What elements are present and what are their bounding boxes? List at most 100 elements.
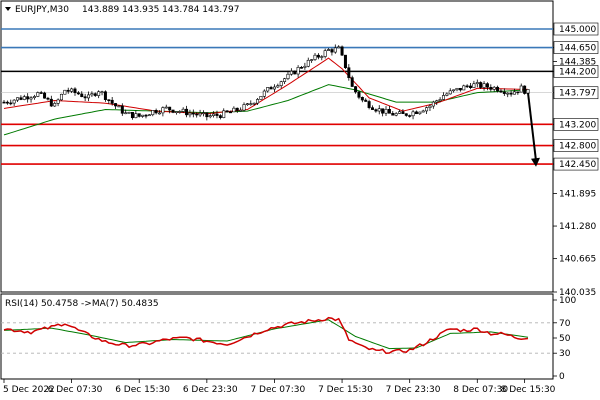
candle-body — [188, 112, 192, 116]
candle-body — [425, 107, 429, 112]
candle-body — [333, 47, 337, 53]
candle-body — [93, 93, 97, 96]
candle-body — [313, 54, 317, 60]
candle-body — [235, 107, 239, 111]
candle-body — [9, 102, 13, 105]
candle-body — [252, 102, 256, 105]
candle-body — [97, 91, 101, 96]
candle-body — [485, 83, 489, 88]
candle-body — [205, 112, 209, 118]
candle-body — [489, 86, 493, 90]
candle-body — [445, 93, 449, 96]
candle-body — [208, 115, 212, 118]
candle-body — [110, 99, 114, 104]
rsi-y-tick-label: 70 — [559, 319, 571, 329]
candle-body — [401, 111, 405, 114]
candle-body — [472, 83, 476, 88]
candle-body — [259, 95, 263, 100]
candle-body — [222, 110, 226, 118]
candle-body — [364, 99, 368, 102]
candle-body — [279, 81, 283, 86]
candle-body — [181, 108, 185, 112]
candle-body — [124, 112, 128, 115]
candle-body — [276, 85, 280, 88]
candle-body — [151, 110, 155, 116]
candle-body — [249, 103, 253, 105]
candle-body — [161, 107, 165, 114]
candle-body — [337, 46, 341, 49]
candle-body — [22, 96, 26, 100]
candle-body — [293, 70, 297, 75]
candle-body — [492, 86, 496, 90]
candle-body — [455, 87, 459, 91]
y-tick-label: 143.200 — [559, 120, 596, 130]
candle-body — [158, 112, 162, 115]
candle-body — [198, 112, 202, 116]
candle-body — [134, 113, 138, 119]
chart-canvas: 145.000144.650144.385144.200143.797143.2… — [0, 0, 600, 400]
candle-body — [56, 99, 60, 104]
rsi-header: RSI(14) 50.4758 ->MA(7) 50.4835 — [5, 299, 159, 309]
candle-body — [266, 87, 270, 92]
y-tick-label: 145.000 — [559, 25, 596, 35]
candle-body — [519, 85, 523, 93]
candle-body — [496, 86, 500, 92]
candle-body — [330, 49, 334, 53]
candle-body — [377, 108, 381, 112]
candle-body — [201, 112, 205, 114]
candle-body — [387, 108, 391, 114]
candle-body — [289, 70, 293, 75]
candle-body — [469, 85, 473, 88]
candle-body — [458, 87, 462, 91]
candle-body — [229, 111, 233, 114]
candle-body — [225, 110, 229, 113]
rsi-y-tick-label: 30 — [559, 349, 571, 359]
x-tick-label: 6 Dec 07:30 — [48, 385, 103, 395]
candle-body — [398, 111, 402, 114]
candle-body — [296, 67, 300, 75]
rsi-y-tick-label: 100 — [559, 296, 576, 306]
candle-body — [76, 92, 80, 95]
candle-body — [286, 73, 290, 80]
candle-body — [53, 103, 57, 107]
candle-body — [506, 92, 510, 95]
candle-body — [421, 110, 425, 113]
candle-body — [448, 90, 452, 95]
candle-body — [482, 83, 486, 88]
candle-body — [49, 98, 53, 107]
candle-body — [195, 113, 199, 116]
candle-body — [418, 111, 422, 115]
candle-body — [516, 91, 520, 94]
candle-body — [370, 107, 374, 110]
candle-body — [130, 112, 134, 119]
candle-body — [171, 109, 175, 113]
candle-body — [428, 105, 432, 108]
candle-body — [83, 96, 87, 99]
candle-body — [218, 115, 222, 118]
candle-body — [73, 88, 77, 94]
candle-body — [26, 96, 30, 100]
symbol-label: EURJPY,M30 — [15, 5, 69, 15]
y-tick-label: 143.797 — [559, 89, 596, 99]
candle-body — [404, 113, 408, 116]
candle-body — [114, 103, 118, 107]
candle-body — [147, 114, 151, 117]
candle-body — [316, 54, 320, 58]
candle-body — [212, 113, 216, 116]
candle-body — [103, 91, 107, 100]
candle-body — [269, 87, 273, 90]
candle-body — [59, 93, 63, 101]
candle-body — [90, 93, 94, 96]
candle-body — [438, 99, 442, 102]
candle-body — [350, 77, 354, 87]
candle-body — [343, 54, 347, 69]
candle-body — [80, 93, 84, 98]
candle-body — [36, 92, 40, 97]
candle-body — [12, 99, 16, 104]
candle-body — [127, 112, 131, 114]
candle-body — [367, 101, 371, 108]
candle-body — [117, 105, 121, 108]
candle-body — [479, 82, 483, 88]
candle-body — [384, 108, 388, 114]
x-tick-label: 8 Dec 15:30 — [501, 385, 556, 395]
